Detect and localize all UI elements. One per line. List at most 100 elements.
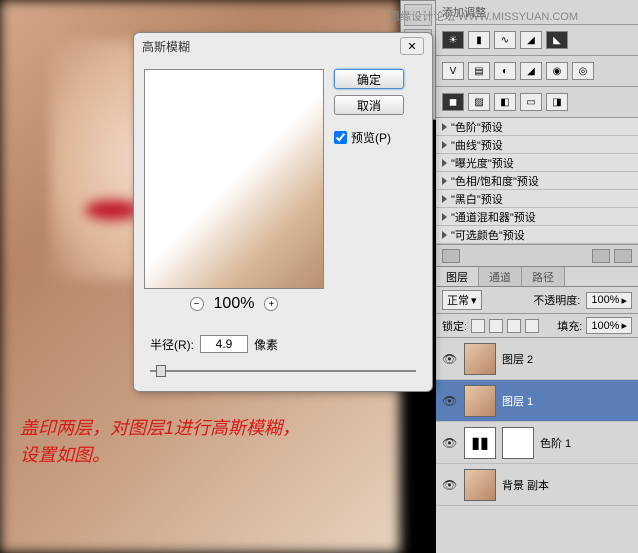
dialog-header[interactable]: 高斯模糊 ✕ — [134, 33, 432, 59]
chevron-down-icon: ▾ — [471, 294, 477, 307]
radius-input[interactable] — [200, 335, 248, 353]
color-balance-icon[interactable]: ▤ — [468, 62, 490, 80]
hue-icon[interactable]: V — [442, 62, 464, 80]
opacity-label: 不透明度: — [533, 292, 580, 308]
preset-selective[interactable]: "可选颜色"预设 — [436, 226, 638, 244]
radius-unit: 像素 — [254, 336, 278, 353]
visibility-icon[interactable]: 👁 — [442, 436, 458, 450]
close-icon[interactable]: ✕ — [400, 37, 424, 55]
radius-slider[interactable] — [150, 363, 416, 379]
selective-color-icon[interactable]: ◨ — [546, 93, 568, 111]
preview-checkbox-row[interactable]: 预览(P) — [334, 129, 404, 146]
curves-icon[interactable]: ∿ — [494, 31, 516, 49]
dialog-title: 高斯模糊 — [142, 38, 400, 55]
radius-label: 半径(R): — [150, 336, 194, 353]
gradient-map-icon[interactable]: ▭ — [520, 93, 542, 111]
clip-icon[interactable] — [592, 249, 610, 263]
fill-dropdown[interactable]: 100%▸ — [586, 317, 632, 334]
lock-all-icon[interactable] — [525, 319, 539, 333]
ok-button[interactable]: 确定 — [334, 69, 404, 89]
photo-filter-icon[interactable]: ◢ — [520, 62, 542, 80]
zoom-out-button[interactable]: − — [190, 297, 204, 311]
channel-mixer-icon[interactable]: ◉ — [546, 62, 568, 80]
annotation-text: 盖印两层，对图层1进行高斯模糊， 设置如图。 — [20, 415, 300, 469]
lut-icon[interactable]: ◎ — [572, 62, 594, 80]
fill-label: 填充: — [557, 318, 582, 334]
layer-thumbnail[interactable] — [464, 469, 496, 501]
preset-label: "可选颜色"预设 — [451, 227, 525, 243]
preset-label: "色阶"预设 — [451, 119, 503, 135]
preset-levels[interactable]: "色阶"预设 — [436, 118, 638, 136]
layer-name[interactable]: 色阶 1 — [540, 435, 571, 451]
preset-hue[interactable]: "色相/饱和度"预设 — [436, 172, 638, 190]
layer-mask-thumbnail[interactable] — [502, 427, 534, 459]
layer-list: 👁 图层 2 👁 图层 1 👁 ▮▮ 色阶 1 👁 背景 副本 — [436, 338, 638, 553]
layer-row[interactable]: 👁 ▮▮ 色阶 1 — [436, 422, 638, 464]
lock-transparent-icon[interactable] — [471, 319, 485, 333]
adjustments-footer — [436, 245, 638, 267]
fill-value: 100% — [591, 320, 619, 332]
tab-layers[interactable]: 图层 — [436, 267, 479, 286]
chevron-right-icon — [442, 231, 447, 239]
watermark-text: 思缘设计论坛 WWW.MISSYUAN.COM — [389, 8, 578, 24]
trash-icon[interactable] — [614, 249, 632, 263]
layer-row[interactable]: 👁 图层 1 — [436, 380, 638, 422]
blend-mode-dropdown[interactable]: 正常▾ — [442, 290, 482, 310]
lock-position-icon[interactable] — [507, 319, 521, 333]
chevron-right-icon — [442, 141, 447, 149]
lips-area — [85, 200, 140, 220]
preset-bw[interactable]: "黑白"预设 — [436, 190, 638, 208]
preview-checkbox[interactable] — [334, 131, 347, 144]
layer-thumbnail[interactable] — [464, 385, 496, 417]
layer-thumbnail[interactable] — [464, 343, 496, 375]
tab-channels[interactable]: 通道 — [479, 267, 522, 286]
preset-curves[interactable]: "曲线"预设 — [436, 136, 638, 154]
preset-label: "色相/饱和度"预设 — [451, 173, 539, 189]
chevron-right-icon: ▸ — [621, 294, 627, 307]
invert-icon[interactable]: ◼ — [442, 93, 464, 111]
zoom-in-button[interactable]: + — [264, 297, 278, 311]
annotation-line1: 盖印两层，对图层1进行高斯模糊， — [20, 415, 300, 442]
right-panels: 添加调整 ☀ ▮ ∿ ◢ ◣ V ▤ ◐ ◢ ◉ ◎ ◼ ▨ ◧ ▭ ◨ "色阶… — [436, 0, 638, 553]
adjustment-icons-row3: ◼ ▨ ◧ ▭ ◨ — [436, 87, 638, 118]
expand-icon[interactable] — [442, 249, 460, 263]
annotation-line2: 设置如图。 — [20, 442, 300, 469]
visibility-icon[interactable]: 👁 — [442, 478, 458, 492]
preset-label: "通道混和器"预设 — [451, 209, 536, 225]
chevron-right-icon — [442, 213, 447, 221]
chevron-right-icon — [442, 177, 447, 185]
chevron-right-icon — [442, 123, 447, 131]
layer-name[interactable]: 背景 副本 — [502, 477, 549, 493]
visibility-icon[interactable]: 👁 — [442, 394, 458, 408]
layer-row[interactable]: 👁 背景 副本 — [436, 464, 638, 506]
radius-row: 半径(R): 像素 — [134, 329, 432, 359]
chevron-right-icon — [442, 159, 447, 167]
levels-adjustment-thumbnail[interactable]: ▮▮ — [464, 427, 496, 459]
layer-row[interactable]: 👁 图层 2 — [436, 338, 638, 380]
tab-paths[interactable]: 路径 — [522, 267, 565, 286]
threshold-icon[interactable]: ◧ — [494, 93, 516, 111]
preset-channel[interactable]: "通道混和器"预设 — [436, 208, 638, 226]
gaussian-blur-dialog: 高斯模糊 ✕ − 100% + 确定 取消 预览(P) 半径(R): 像素 — [133, 32, 433, 392]
vibrance-icon[interactable]: ◣ — [546, 31, 568, 49]
posterize-icon[interactable]: ▨ — [468, 93, 490, 111]
layer-name[interactable]: 图层 2 — [502, 351, 533, 367]
layer-controls-row1: 正常▾ 不透明度: 100%▸ — [436, 287, 638, 314]
lock-label: 锁定: — [442, 318, 467, 334]
layer-name[interactable]: 图层 1 — [502, 393, 533, 409]
exposure-icon[interactable]: ◢ — [520, 31, 542, 49]
slider-thumb[interactable] — [156, 365, 166, 377]
opacity-dropdown[interactable]: 100%▸ — [586, 292, 632, 309]
brightness-icon[interactable]: ☀ — [442, 31, 464, 49]
lock-pixels-icon[interactable] — [489, 319, 503, 333]
visibility-icon[interactable]: 👁 — [442, 352, 458, 366]
panel-tabs: 图层 通道 路径 — [436, 267, 638, 287]
layers-panel: 图层 通道 路径 正常▾ 不透明度: 100%▸ 锁定: 填充: 100%▸ 👁… — [436, 267, 638, 553]
blend-mode-value: 正常 — [447, 292, 469, 308]
levels-icon[interactable]: ▮ — [468, 31, 490, 49]
cancel-button[interactable]: 取消 — [334, 95, 404, 115]
adjustment-icons-row2: V ▤ ◐ ◢ ◉ ◎ — [436, 56, 638, 87]
bw-icon[interactable]: ◐ — [494, 62, 516, 80]
preset-exposure[interactable]: "曝光度"预设 — [436, 154, 638, 172]
blur-preview[interactable] — [144, 69, 324, 289]
